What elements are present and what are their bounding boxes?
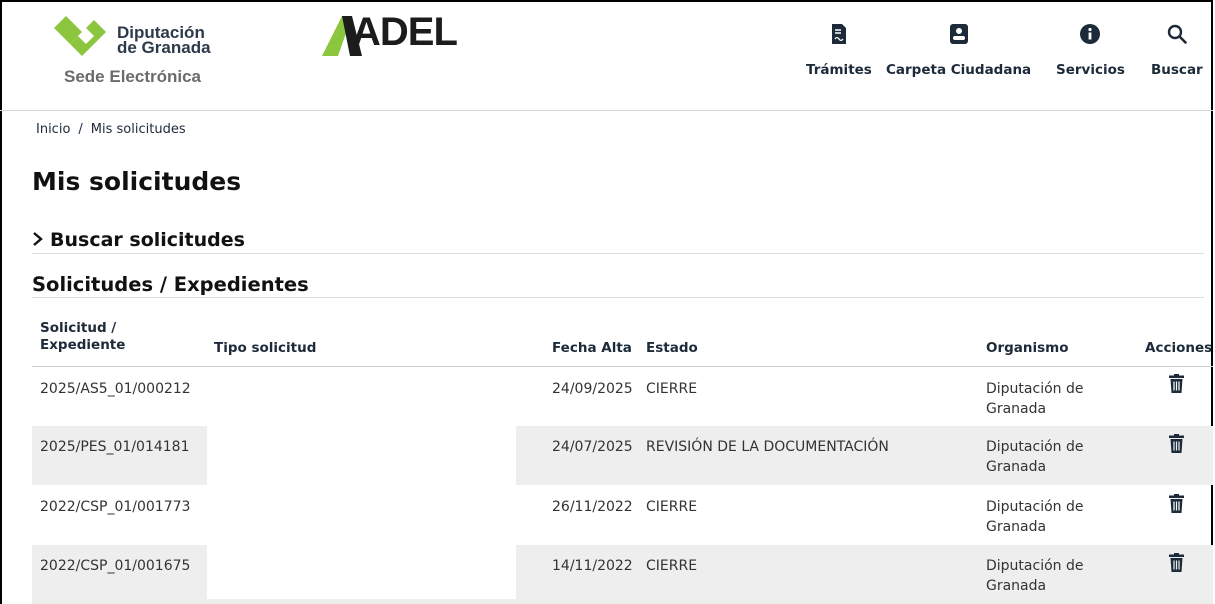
row-fecha: 26/11/2022	[552, 499, 633, 515]
row-estado: CIERRE	[646, 558, 698, 574]
row-id[interactable]: 2025/AS5_01/000212	[40, 379, 191, 399]
user-badge-icon	[886, 24, 1031, 46]
row-organismo: Diputación de Granada	[986, 437, 1083, 477]
nav-servicios[interactable]: Servicios	[1056, 24, 1125, 78]
organismo-line1: Diputación de	[986, 381, 1084, 397]
organismo-line2: Granada	[986, 578, 1047, 594]
trash-icon[interactable]	[1169, 494, 1184, 517]
row-organismo: Diputación de Granada	[986, 556, 1083, 596]
breadcrumb-current: Mis solicitudes	[90, 122, 186, 137]
search-icon	[1151, 24, 1203, 46]
requests-section-title: Solicitudes / Expedientes	[32, 273, 1204, 298]
organismo-line2: Granada	[986, 401, 1047, 417]
row-organismo: Diputación de Granada	[986, 379, 1083, 419]
row-fecha: 24/09/2025	[552, 381, 633, 397]
row-estado: CIERRE	[646, 381, 698, 397]
trash-icon[interactable]	[1169, 374, 1184, 397]
col-header-estado[interactable]: Estado	[646, 340, 698, 357]
adel-brand-text: ADEL	[352, 10, 458, 54]
tipo-column-mask	[207, 367, 516, 599]
col-header-fecha[interactable]: Fecha Alta	[552, 340, 632, 357]
col-header-organismo[interactable]: Organismo	[986, 340, 1069, 357]
row-id[interactable]: 2022/CSP_01/001675	[40, 556, 190, 576]
info-circle-icon	[1056, 24, 1125, 46]
breadcrumb-home-link[interactable]: Inicio	[36, 122, 70, 137]
nav-tramites[interactable]: Trámites	[806, 24, 872, 78]
col-header-solicitud[interactable]: Solicitud / Expediente	[40, 320, 125, 354]
nav-buscar[interactable]: Buscar	[1151, 24, 1203, 78]
organismo-line2: Granada	[986, 459, 1047, 475]
organismo-line1: Diputación de	[986, 558, 1084, 574]
organismo-line1: Diputación de	[986, 499, 1084, 515]
document-sign-icon	[806, 24, 872, 46]
row-id[interactable]: 2025/PES_01/014181	[40, 437, 190, 457]
row-fecha: 14/11/2022	[552, 558, 633, 574]
nav-carpeta-ciudadana[interactable]: Carpeta Ciudadana	[886, 24, 1031, 78]
nav-carpeta-label: Carpeta Ciudadana	[886, 62, 1032, 78]
col-header-tipo[interactable]: Tipo solicitud	[214, 340, 316, 357]
row-organismo: Diputación de Granada	[986, 497, 1083, 537]
col-header-acciones: Acciones	[1145, 340, 1213, 356]
col-header-solicitud-line1: Solicitud /	[40, 320, 117, 336]
search-requests-label: Buscar solicitudes	[50, 229, 245, 251]
trash-icon[interactable]	[1169, 434, 1184, 457]
row-fecha: 24/07/2025	[552, 439, 633, 455]
adel-logo[interactable]: ADEL	[322, 10, 458, 62]
row-estado: CIERRE	[646, 499, 698, 515]
diputacion-emblem-icon	[54, 16, 106, 56]
row-id[interactable]: 2022/CSP_01/001773	[40, 497, 190, 517]
page-title: Mis solicitudes	[32, 167, 242, 196]
nav-servicios-label: Servicios	[1056, 62, 1125, 78]
organismo-line2: Granada	[986, 519, 1047, 535]
nav-tramites-label: Trámites	[806, 62, 872, 78]
logo-line-2: de Granada	[117, 38, 211, 57]
chevron-right-icon	[32, 229, 44, 251]
organismo-line1: Diputación de	[986, 439, 1084, 455]
search-requests-toggle[interactable]: Buscar solicitudes	[32, 229, 1204, 254]
nav-buscar-label: Buscar	[1151, 62, 1203, 78]
site-header: Diputación de Granada Sede Electrónica A…	[0, 0, 1213, 111]
trash-icon[interactable]	[1169, 553, 1184, 576]
row-estado: REVISIÓN DE LA DOCUMENTACIÓN	[646, 439, 889, 455]
col-header-solicitud-line2: Expediente	[40, 337, 126, 353]
sede-electronica-label: Sede Electrónica	[64, 67, 202, 86]
breadcrumb: Inicio / Mis solicitudes	[36, 122, 186, 137]
breadcrumb-separator: /	[78, 122, 83, 137]
